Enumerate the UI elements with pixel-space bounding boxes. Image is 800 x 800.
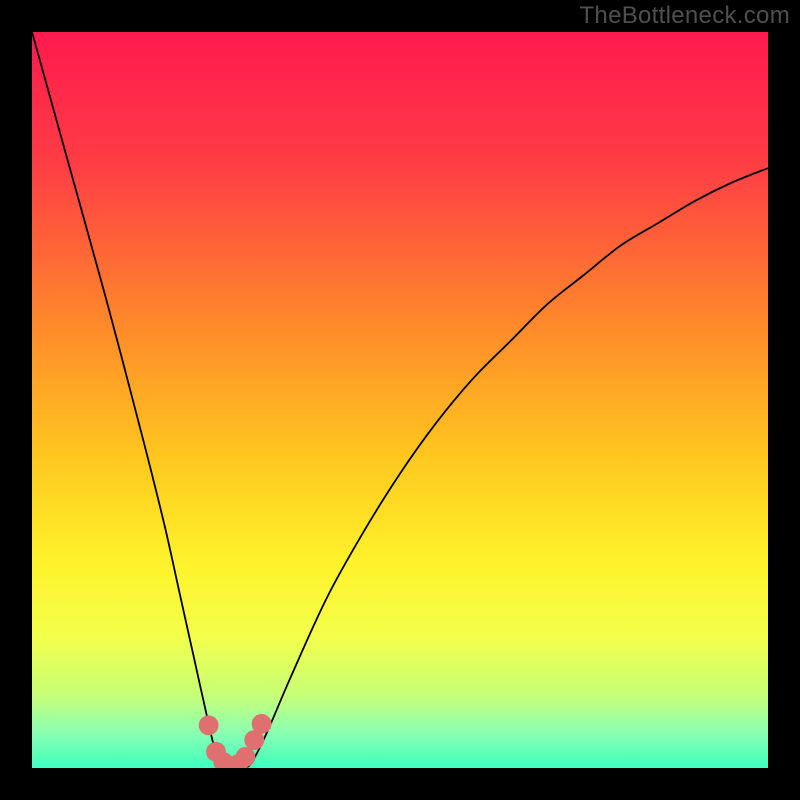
chart-svg <box>32 32 768 768</box>
gradient-background <box>32 32 768 768</box>
data-marker <box>252 714 272 734</box>
plot-area <box>32 32 768 768</box>
data-marker <box>236 747 256 767</box>
watermark-text: TheBottleneck.com <box>579 2 790 30</box>
data-marker <box>199 715 219 735</box>
chart-container: TheBottleneck.com <box>0 0 800 800</box>
